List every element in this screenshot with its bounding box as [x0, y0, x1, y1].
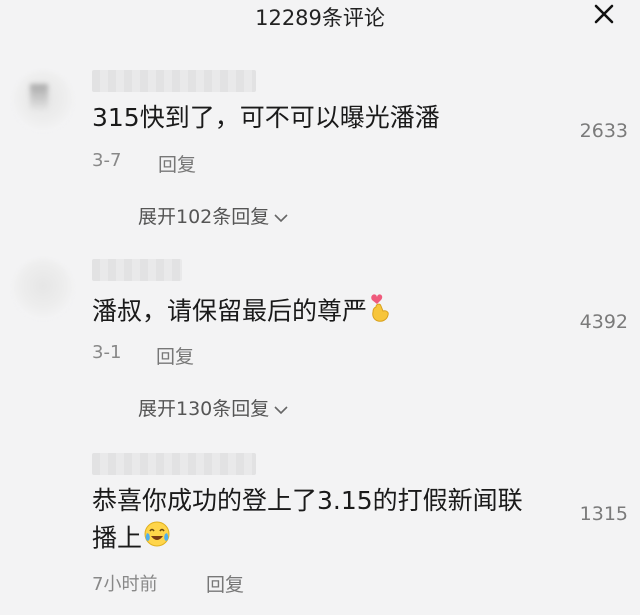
comment-count-title: 12289条评论 [255, 6, 385, 30]
finger-heart-icon [367, 291, 393, 334]
comment-date: 3-1 [92, 342, 122, 363]
like-count[interactable]: 4392 [580, 311, 628, 333]
chevron-down-icon [274, 213, 288, 222]
like-count[interactable]: 2633 [580, 120, 628, 142]
avatar[interactable] [12, 70, 74, 132]
username-blurred[interactable] [92, 453, 256, 475]
reply-button[interactable]: 回复 [206, 570, 244, 597]
comment-date: 3-7 [92, 150, 122, 171]
comment-text-line-2-content: 播上 [92, 523, 143, 553]
comment-text-content: 潘叔，请保留最后的尊严 [92, 296, 368, 326]
comments-header: 12289条评论 [0, 0, 640, 34]
expand-replies-button[interactable]: 展开130条回复 [138, 394, 289, 421]
chevron-down-icon [274, 405, 288, 414]
expand-replies-label: 展开130条回复 [138, 398, 270, 420]
comment-date: 7小时前 [92, 574, 158, 595]
reply-button[interactable]: 回复 [156, 342, 194, 369]
comment-text: 潘叔，请保留最后的尊严 [92, 291, 393, 334]
username-blurred[interactable] [92, 70, 256, 92]
reply-button[interactable]: 回复 [158, 150, 196, 177]
close-icon[interactable] [590, 0, 618, 28]
comment-text: 315快到了，可不可以曝光潘潘 [92, 103, 440, 132]
comment-text-line-1: 恭喜你成功的登上了3.15的打假新闻联 [92, 486, 523, 515]
avatar[interactable] [12, 258, 74, 320]
username-blurred[interactable] [92, 259, 182, 281]
comment-text-line-2: 播上 [92, 519, 172, 560]
expand-replies-button[interactable]: 展开102条回复 [138, 202, 289, 229]
expand-replies-label: 展开102条回复 [138, 206, 270, 228]
crying-laughing-icon [142, 519, 172, 560]
like-count[interactable]: 1315 [580, 503, 628, 525]
